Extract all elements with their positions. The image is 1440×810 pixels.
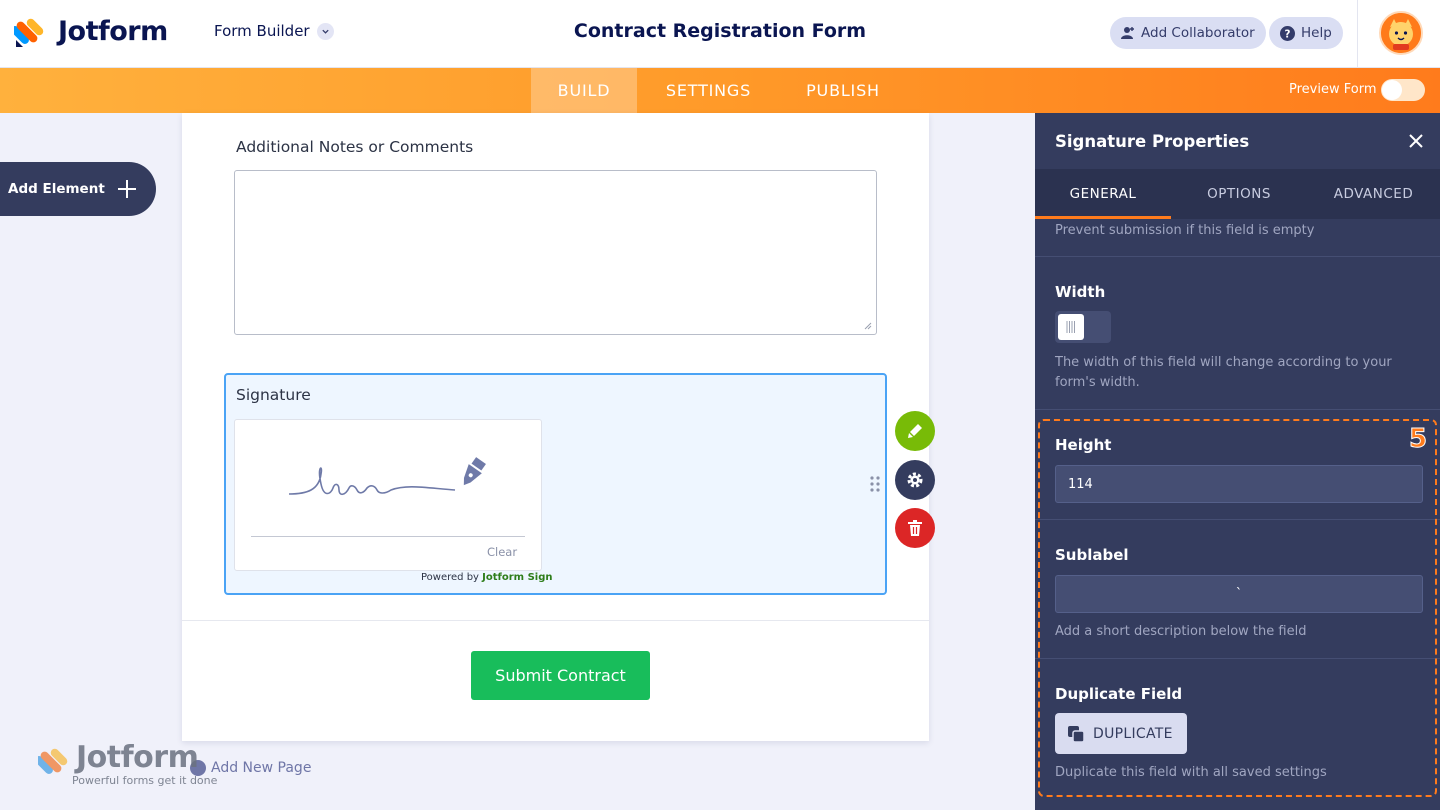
width-title: Width	[1055, 283, 1106, 301]
signature-baseline	[251, 536, 525, 537]
add-new-page-label: Add New Page	[211, 760, 312, 776]
submit-contract-button[interactable]: Submit Contract	[471, 651, 650, 700]
preview-form-toggle[interactable]	[1381, 79, 1425, 101]
logo-text: Jotform	[58, 15, 168, 47]
add-user-icon	[1121, 27, 1134, 39]
svg-text:?: ?	[1285, 28, 1291, 40]
signature-field-label[interactable]: Signature	[236, 386, 311, 404]
watermark-logo-icon	[35, 748, 68, 774]
delete-field-button[interactable]	[895, 508, 935, 548]
resize-grip-icon[interactable]	[864, 322, 872, 330]
help-icon: ?	[1280, 25, 1295, 41]
notes-field-label[interactable]: Additional Notes or Comments	[236, 138, 473, 156]
preview-form-label: Preview Form	[1289, 82, 1377, 97]
help-button[interactable]: ? Help	[1269, 17, 1343, 49]
signature-pad[interactable]: Clear	[234, 419, 542, 571]
add-element-button[interactable]: Add Element	[0, 162, 156, 216]
field-style-button[interactable]	[895, 411, 935, 451]
watermark-tagline: Powerful forms get it done	[72, 774, 218, 787]
panel-title: Signature Properties	[1055, 132, 1250, 151]
tab-options[interactable]: OPTIONS	[1171, 169, 1307, 219]
required-help-text: Prevent submission if this field is empt…	[1055, 223, 1315, 238]
tab-build[interactable]: BUILD	[531, 68, 637, 113]
page-break-divider	[182, 620, 929, 621]
section-divider	[1035, 256, 1440, 257]
drag-handle-icon[interactable]	[870, 476, 880, 492]
header-divider	[1357, 0, 1358, 68]
plus-icon	[118, 180, 136, 198]
grip-lines-icon	[1066, 321, 1075, 333]
jotform-logo[interactable]: Jotform	[14, 14, 168, 48]
trash-icon	[908, 520, 922, 536]
form-card: Additional Notes or Comments Signature C…	[182, 113, 929, 741]
tab-advanced[interactable]: ADVANCED	[1307, 169, 1440, 219]
watermark-text: Jotform	[76, 740, 199, 775]
close-icon[interactable]	[1408, 133, 1424, 149]
chevron-down-icon	[316, 22, 334, 40]
add-collaborator-button[interactable]: Add Collaborator	[1110, 17, 1266, 49]
jotform-sign-link[interactable]: Jotform Sign	[482, 572, 552, 583]
powered-prefix: Powered by	[421, 572, 479, 583]
powered-by-text: Powered by Jotform Sign	[421, 572, 553, 583]
highlight-annotation-box	[1038, 419, 1437, 797]
width-toggle-knob	[1058, 314, 1084, 340]
builder-nav-bar: BUILD SETTINGS PUBLISH Preview Form	[0, 68, 1440, 113]
step-number-badge: 5	[1408, 424, 1428, 455]
top-header: Jotform Form Builder Contract Registrati…	[0, 0, 1440, 68]
add-element-label: Add Element	[8, 181, 105, 197]
notes-textarea[interactable]	[234, 170, 877, 335]
form-builder-label: Form Builder	[214, 22, 310, 40]
tab-publish[interactable]: PUBLISH	[793, 68, 893, 113]
paint-brush-icon	[908, 424, 922, 438]
form-builder-dropdown[interactable]: Form Builder	[214, 22, 334, 40]
avatar-icon	[1381, 13, 1421, 53]
jotform-logo-icon	[14, 18, 44, 47]
add-collaborator-label: Add Collaborator	[1141, 25, 1255, 41]
jotform-watermark: Jotform Powerful forms get it done	[35, 740, 217, 787]
user-avatar[interactable]	[1379, 11, 1423, 55]
width-toggle[interactable]	[1055, 311, 1111, 343]
tab-general[interactable]: GENERAL	[1035, 169, 1171, 219]
signature-field-selected[interactable]: Signature Clear Powered by Jotform Sign	[224, 373, 887, 595]
width-help-text: The width of this field will change acco…	[1055, 355, 1392, 390]
gear-icon	[907, 472, 923, 488]
tab-settings[interactable]: SETTINGS	[652, 68, 765, 113]
help-label: Help	[1301, 25, 1332, 41]
field-properties-button[interactable]	[895, 460, 935, 500]
section-divider	[1035, 409, 1440, 410]
signature-clear-link[interactable]: Clear	[487, 545, 517, 559]
toggle-knob	[1382, 80, 1402, 100]
panel-tabs: GENERAL OPTIONS ADVANCED	[1035, 169, 1440, 219]
signature-scribble-icon	[288, 457, 486, 496]
form-title[interactable]: Contract Registration Form	[574, 20, 866, 42]
